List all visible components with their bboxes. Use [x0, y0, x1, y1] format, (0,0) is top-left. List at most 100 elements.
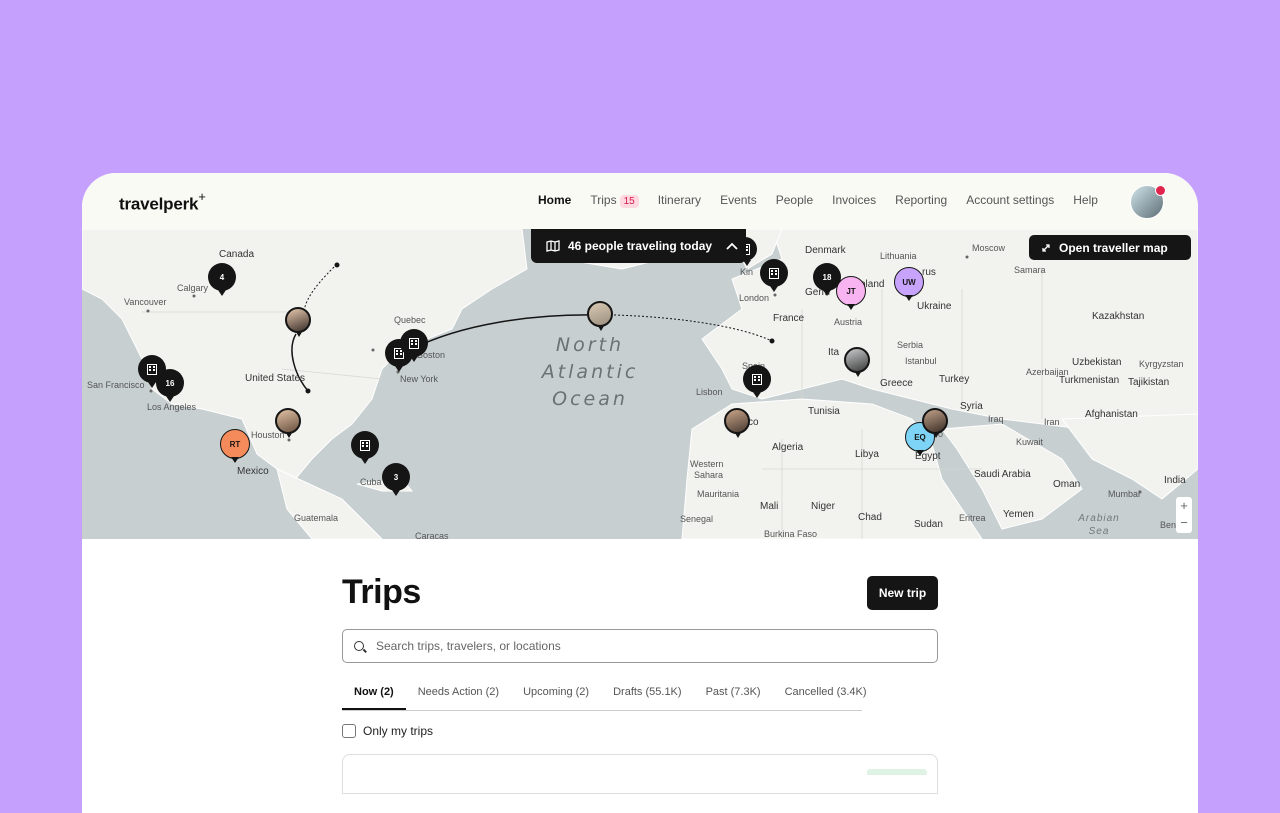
status-badge [867, 769, 927, 775]
tab-drafts[interactable]: Drafts (55.1K) [601, 683, 693, 710]
tab-needs-action[interactable]: Needs Action (2) [406, 683, 511, 710]
people-traveling-toggle[interactable]: 46 people traveling today [531, 229, 746, 263]
building-icon [409, 337, 419, 349]
open-traveller-map-button[interactable]: Open traveller map [1029, 235, 1191, 260]
hotel-pin[interactable] [400, 329, 428, 362]
hotel-pin[interactable] [760, 259, 788, 292]
tab-now[interactable]: Now (2) [342, 683, 406, 710]
map-label: San Francisco [87, 380, 145, 390]
travelperk-logo[interactable]: travelperk+ [119, 189, 206, 215]
map-label: Chad [858, 512, 882, 523]
hotel-pin[interactable] [743, 365, 771, 398]
search-input[interactable] [374, 638, 898, 654]
map-label: Quebec [394, 315, 426, 325]
map-label: Mauritania [697, 489, 740, 499]
only-my-trips-label: Only my trips [363, 724, 434, 738]
zoom-controls: + − [1176, 497, 1192, 533]
hotel-pin[interactable] [351, 431, 379, 464]
building-icon [752, 373, 762, 385]
nav-trips[interactable]: Trips 15 [590, 193, 639, 208]
map-label: Algeria [772, 442, 804, 453]
map-label: Saudi Arabia [974, 469, 1031, 480]
cluster-pin[interactable]: 4 [208, 263, 236, 296]
map-label: rus [922, 267, 936, 278]
map-label: Eritrea [959, 513, 986, 523]
map-label: Austria [834, 317, 863, 327]
map-label: France [773, 313, 805, 324]
traveller-avatar-pin[interactable] [844, 347, 870, 377]
map-label: Kuwait [1016, 437, 1044, 447]
map-label: Moscow [972, 243, 1006, 253]
map-label: London [739, 293, 770, 303]
map-label: Greece [880, 378, 913, 389]
map-label: Burkina Faso [764, 529, 818, 539]
map-label: Samara [1014, 265, 1046, 275]
map-label: Oman [1053, 479, 1081, 490]
map-label: Sudan [914, 519, 943, 530]
map-label: Vancouver [124, 297, 167, 307]
traveller-avatar-pin[interactable] [285, 307, 311, 337]
nav-people[interactable]: People [776, 193, 813, 208]
tab-past[interactable]: Past (7.3K) [694, 683, 773, 710]
traveller-avatar-pin[interactable] [724, 408, 750, 438]
map-label: Iran [1044, 417, 1060, 427]
sea-line: Arabian [1078, 513, 1120, 524]
map-label: India [1164, 475, 1186, 486]
map-label: Lithuania [880, 251, 917, 261]
nav-itinerary[interactable]: Itinerary [658, 193, 701, 208]
chevron-up-icon [726, 242, 738, 250]
ocean-line: North [555, 334, 625, 356]
ocean-line: Atlantic [541, 361, 639, 383]
tab-cancelled[interactable]: Cancelled (3.4K) [773, 683, 879, 710]
building-icon [769, 267, 779, 279]
new-trip-button[interactable]: New trip [867, 576, 938, 610]
trip-card[interactable] [342, 754, 938, 794]
map-label: Libya [855, 449, 879, 460]
nav-home[interactable]: Home [538, 193, 571, 208]
ocean-line: Ocean [552, 388, 628, 410]
map-label: Istanbul [905, 356, 937, 366]
hotel-pin[interactable] [138, 355, 166, 388]
map-label: Kazakhstan [1092, 311, 1145, 322]
cluster-pin[interactable]: 3 [382, 463, 410, 496]
traveller-avatar-pin[interactable] [275, 408, 301, 438]
map-label: Mali [760, 501, 779, 512]
map-label: Mumbai [1108, 489, 1141, 499]
traveller-avatar-pin[interactable] [922, 408, 948, 438]
map-label: Cuba [360, 477, 382, 487]
map-label: Niger [811, 501, 835, 512]
map-label: New York [400, 374, 439, 384]
nav-help[interactable]: Help [1073, 193, 1098, 208]
open-map-label: Open traveller map [1059, 240, 1168, 255]
traveller-map[interactable]: Canada Calgary Vancouver Quebec Boston N… [82, 229, 1198, 539]
user-avatar[interactable] [1130, 185, 1166, 219]
notification-dot [1155, 185, 1166, 196]
nav-reporting[interactable]: Reporting [895, 193, 947, 208]
traveller-initials-pin[interactable]: RT [220, 429, 250, 463]
map-label: Western [690, 459, 724, 469]
traveller-initials-pin[interactable]: UW [894, 267, 924, 301]
top-header: travelperk+ Home Trips 15 Itinerary Event… [82, 173, 1198, 229]
zoom-out-button[interactable]: − [1176, 514, 1192, 531]
expand-icon [1042, 243, 1050, 252]
zoom-in-button[interactable]: + [1176, 497, 1192, 514]
nav-invoices[interactable]: Invoices [832, 193, 876, 208]
map-label: Tajikistan [1128, 377, 1170, 388]
only-my-trips-checkbox[interactable] [342, 724, 356, 738]
map-label: Mexico [237, 466, 269, 477]
only-my-trips-filter[interactable]: Only my trips [342, 724, 433, 738]
map-label: Canada [219, 249, 255, 260]
building-icon [360, 439, 370, 451]
map-label: Ukraine [917, 301, 952, 312]
map-label: Syria [960, 401, 983, 412]
tab-upcoming[interactable]: Upcoming (2) [511, 683, 601, 710]
traveller-initials-pin[interactable]: JT [836, 276, 866, 310]
nav-account-settings[interactable]: Account settings [966, 193, 1054, 208]
traveller-avatar-pin[interactable] [587, 301, 613, 331]
nav-events[interactable]: Events [720, 193, 757, 208]
app-window: travelperk+ Home Trips 15 Itinerary Event… [82, 173, 1198, 813]
search-box[interactable] [342, 629, 938, 663]
building-icon [147, 363, 157, 375]
trip-tabs: Now (2) Needs Action (2) Upcoming (2) Dr… [342, 683, 867, 711]
people-traveling-label: 46 people traveling today [568, 239, 713, 253]
